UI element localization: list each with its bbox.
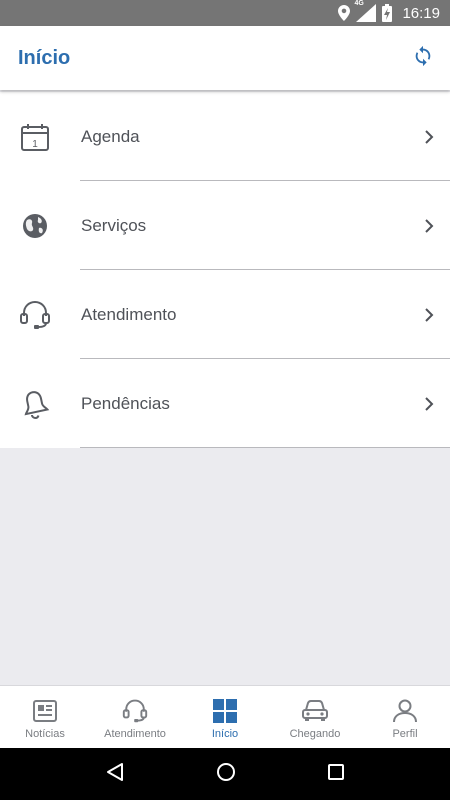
back-icon[interactable] [105,762,125,787]
nav-item-inicio[interactable]: Início [180,686,270,748]
battery-charging-icon [382,4,393,22]
menu-item-label: Serviços [81,215,147,235]
person-icon [392,698,418,724]
bell-icon [18,387,52,421]
system-nav-bar [0,748,450,800]
headset-icon [18,298,52,332]
nav-label: Perfil [392,728,418,740]
bottom-nav: Notícias Atendimento Início Chegando Per… [0,685,450,748]
status-bar: 4G 16:19 [0,0,450,26]
home-icon[interactable] [216,762,236,787]
status-time: 16:19 [402,4,440,22]
nav-label: Início [211,728,239,740]
grid-icon [213,698,237,724]
nav-label: Atendimento [104,728,166,740]
nav-label: Chegando [289,728,341,740]
page-title: Início [18,46,71,69]
refresh-button[interactable] [408,43,438,73]
nav-label: Notícias [25,728,65,740]
app-bar: Início [0,26,450,90]
menu-item-pendencias[interactable]: Pendências [0,359,450,448]
nav-item-perfil[interactable]: Perfil [360,686,450,748]
calendar-icon: 1 [18,120,52,154]
chevron-right-icon [422,306,436,324]
signal-icon: 4G [354,0,377,22]
chevron-right-icon [422,395,436,413]
recents-icon[interactable] [327,763,345,786]
nav-item-noticias[interactable]: Notícias [0,686,90,748]
menu-item-atendimento[interactable]: Atendimento [0,270,450,359]
newspaper-icon [33,698,57,724]
headset-icon [122,698,148,724]
menu-item-label: Pendências [81,393,170,413]
chevron-right-icon [422,128,436,146]
menu-item-label: Agenda [81,126,140,146]
divider [80,447,450,448]
chevron-right-icon [422,217,436,235]
location-icon [338,5,351,21]
calendar-day: 1 [32,139,38,150]
menu-item-agenda[interactable]: 1 Agenda [0,92,450,181]
menu-list: 1 Agenda Serviços Atendimento Pendências [0,92,450,448]
menu-item-servicos[interactable]: Serviços [0,181,450,270]
menu-item-label: Atendimento [81,304,177,324]
car-icon [302,698,328,724]
refresh-icon [412,45,434,72]
globe-icon [18,209,52,243]
network-label: 4G [354,0,364,7]
nav-item-atendimento[interactable]: Atendimento [90,686,180,748]
nav-item-chegando[interactable]: Chegando [270,686,360,748]
